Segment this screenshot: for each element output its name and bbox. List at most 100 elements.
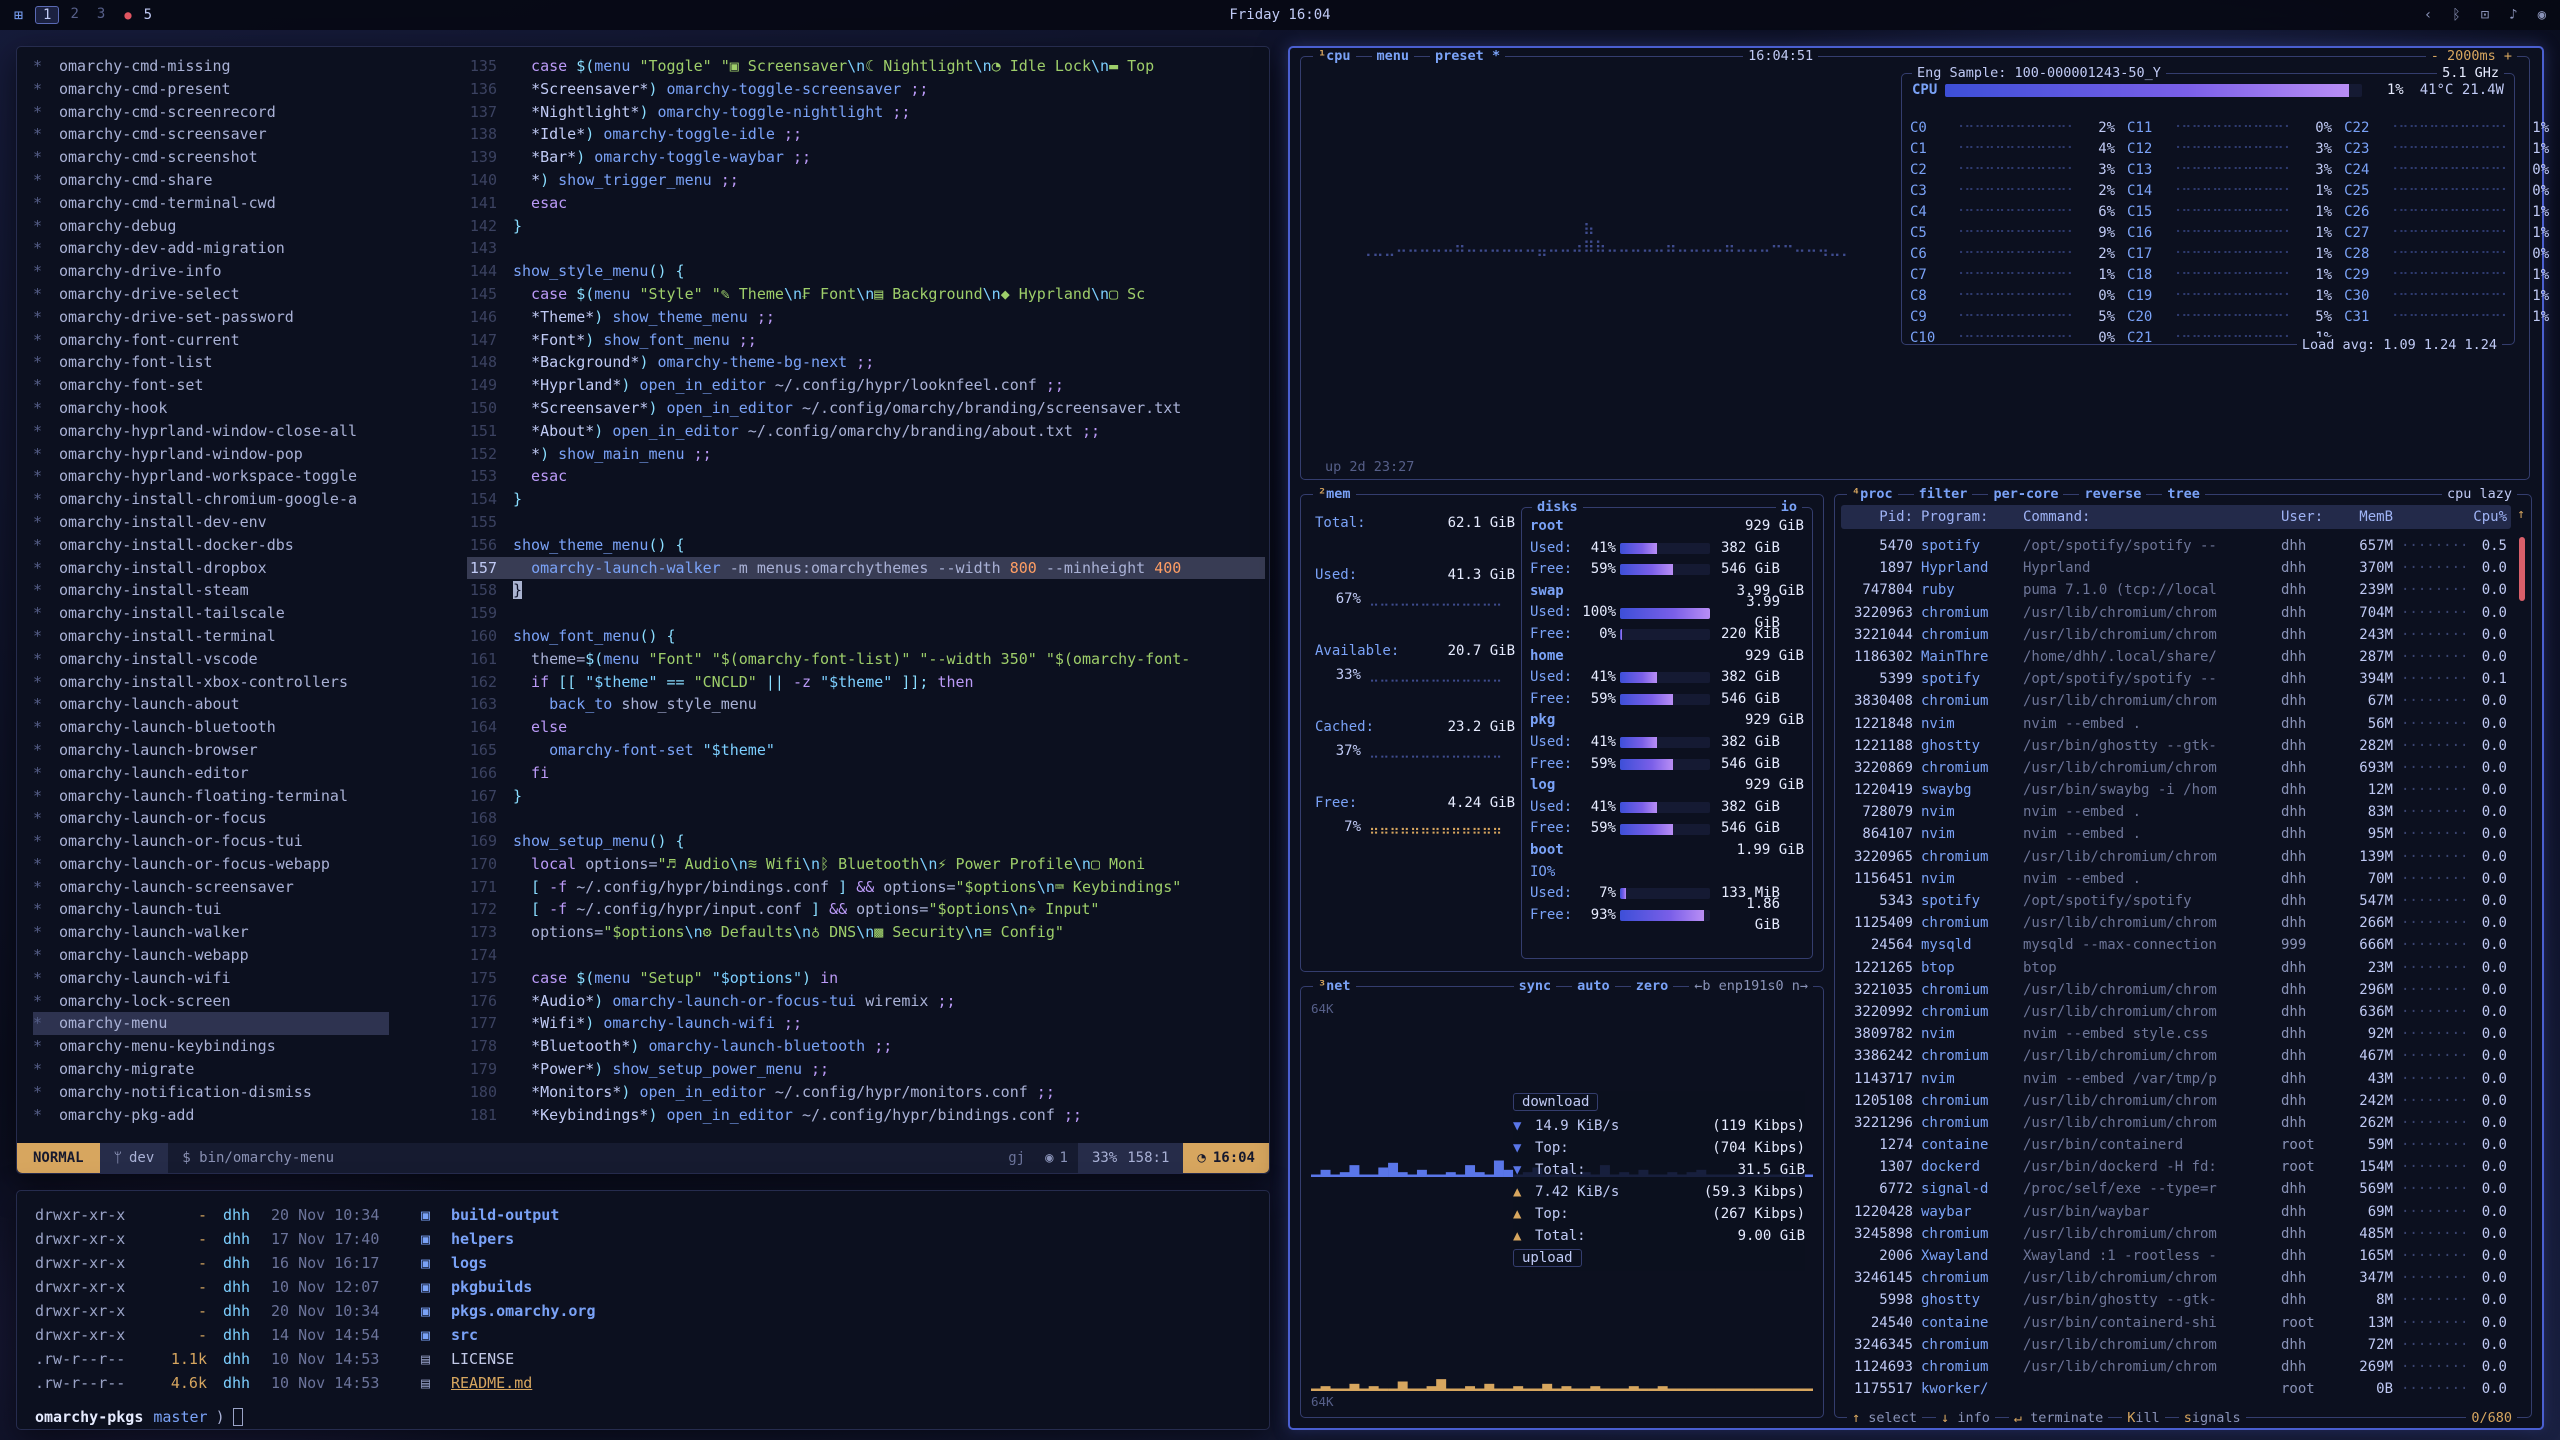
file-item[interactable]: *omarchy-install-terminal [33,625,389,648]
file-item[interactable]: *omarchy-drive-select [33,283,389,306]
file-item[interactable]: *omarchy-migrate [33,1058,389,1081]
code-line[interactable]: 174 [467,944,1265,967]
code-line[interactable]: 169show_setup_menu() { [467,830,1265,853]
preset-button[interactable]: preset * [1430,48,1505,64]
process-row[interactable]: 24564mysqldmysqld --max-connection999666… [1841,934,2511,956]
file-item[interactable]: *omarchy-lock-screen [33,990,389,1013]
process-row[interactable]: 1143717nvimnvim --embed /var/tmp/pdhh43M… [1841,1068,2511,1090]
file-item[interactable]: *omarchy-install-docker-dbs [33,534,389,557]
file-item[interactable]: *omarchy-install-steam [33,579,389,602]
workspace-2[interactable]: 2 [63,6,85,24]
process-row[interactable]: 1307dockerd/usr/bin/dockerd -H fd:root15… [1841,1156,2511,1178]
process-row[interactable]: 5998ghostty/usr/bin/ghostty --gtk-dhh8M·… [1841,1289,2511,1311]
process-scrollbar[interactable] [2519,537,2525,601]
file-item[interactable]: *omarchy-font-list [33,351,389,374]
file-item[interactable]: *omarchy-menu-keybindings [33,1035,389,1058]
code-line[interactable]: 175 case $(menu "Setup" "$options") in [467,967,1265,990]
process-row[interactable]: 6772signal-d/proc/self/exe --type=rdhh56… [1841,1178,2511,1200]
code-line[interactable]: 168 [467,807,1265,830]
process-table-header[interactable]: Pid: Program: Command: User: MemB Cpu% [1841,505,2511,529]
file-item[interactable]: *omarchy-launch-screensaver [33,876,389,899]
code-line[interactable]: 177 *Wifi*) omarchy-launch-wifi ;; [467,1012,1265,1035]
code-line[interactable]: 143 [467,237,1265,260]
process-row[interactable]: 3246145chromium/usr/lib/chromium/chromdh… [1841,1267,2511,1289]
code-line[interactable]: 136 *Screensaver*) omarchy-toggle-screen… [467,78,1265,101]
refresh-interval[interactable]: - 2000ms + [2426,48,2517,64]
file-item[interactable]: *omarchy-install-dev-env [33,511,389,534]
process-row[interactable]: 1156451nvimnvim --embed .dhh70M·········… [1841,868,2511,890]
file-item[interactable]: *omarchy-launch-or-focus [33,807,389,830]
net-sync-toggle[interactable]: sync [1514,978,1557,994]
bluetooth-icon[interactable]: ᛒ [2452,7,2460,23]
file-item[interactable]: *omarchy-cmd-screenshot [33,146,389,169]
process-row[interactable]: 1220419swaybg/usr/bin/swaybg -i /homdhh1… [1841,779,2511,801]
code-line[interactable]: 179 *Power*) show_setup_power_menu ;; [467,1058,1265,1081]
proc-box-title[interactable]: ⁴proc [1847,486,1898,502]
process-row[interactable]: 1274containe/usr/bin/containerdroot59M··… [1841,1134,2511,1156]
file-item[interactable]: *omarchy-launch-editor [33,762,389,785]
code-line[interactable]: 181 *Keybindings*) open_in_editor ~/.con… [467,1104,1265,1127]
process-row[interactable]: 3220963chromium/usr/lib/chromium/chromdh… [1841,602,2511,624]
process-row[interactable]: 3809782nvimnvim --embed style.cssdhh92M·… [1841,1023,2511,1045]
process-row[interactable]: 1186302MainThre/home/dhh/.local/share/dh… [1841,646,2511,668]
code-line[interactable]: 135 case $(menu "Toggle" "▣ Screensaver\… [467,55,1265,78]
file-item[interactable]: *omarchy-hyprland-window-pop [33,443,389,466]
file-name[interactable]: src [451,1323,478,1347]
file-name[interactable]: LICENSE [451,1347,514,1371]
file-item[interactable]: *omarchy-notification-dismiss [33,1081,389,1104]
file-item[interactable]: *omarchy-install-vscode [33,648,389,671]
file-item[interactable]: *omarchy-launch-floating-terminal [33,785,389,808]
code-line[interactable]: 148 *Background*) omarchy-theme-bg-next … [467,351,1265,374]
code-line[interactable]: 172 [ -f ~/.config/hypr/input.conf ] && … [467,898,1265,921]
code-line[interactable]: 160show_font_menu() { [467,625,1265,648]
select-hint[interactable]: ↑ select [1847,1410,1922,1426]
file-item[interactable]: *omarchy-cmd-screensaver [33,123,389,146]
file-name[interactable]: pkgs.omarchy.org [451,1299,596,1323]
code-line[interactable]: 161 theme=$(menu "Font" "$(omarchy-font-… [467,648,1265,671]
process-row[interactable]: 3220869chromium/usr/lib/chromium/chromdh… [1841,757,2511,779]
proc-sort-mode[interactable]: cpu lazy [2442,486,2517,502]
mem-box-title[interactable]: ²mem [1313,486,1356,502]
file-item[interactable]: *omarchy-install-dropbox [33,557,389,580]
process-row[interactable]: 1220428waybar/usr/bin/waybardhh69M······… [1841,1201,2511,1223]
code-line[interactable]: 144show_style_menu() { [467,260,1265,283]
file-item[interactable]: *omarchy-launch-about [33,693,389,716]
code-line[interactable]: 146 *Theme*) show_theme_menu ;; [467,306,1265,329]
process-row[interactable]: 2006XwaylandXwayland :1 -rootless -dhh16… [1841,1245,2511,1267]
process-row[interactable]: 3220992chromium/usr/lib/chromium/chromdh… [1841,1001,2511,1023]
code-line[interactable]: 173 options="$options\n⚙ Defaults\n♁ DNS… [467,921,1265,944]
code-line[interactable]: 137 *Nightlight*) omarchy-toggle-nightli… [467,101,1265,124]
file-item[interactable]: *omarchy-launch-wifi [33,967,389,990]
process-row[interactable]: 3246345chromium/usr/lib/chromium/chromdh… [1841,1334,2511,1356]
process-row[interactable]: 3220965chromium/usr/lib/chromium/chromdh… [1841,846,2511,868]
code-line[interactable]: 171 [ -f ~/.config/hypr/bindings.conf ] … [467,876,1265,899]
process-row[interactable]: 1175517kworker/root0B·············0.0 [1841,1378,2511,1400]
file-name[interactable]: pkgbuilds [451,1275,532,1299]
process-row[interactable]: 1124693chromium/usr/lib/chromium/chromdh… [1841,1356,2511,1378]
workspace-3[interactable]: 3 [90,6,112,24]
cpu-box-title[interactable]: ¹cpu [1313,48,1356,64]
file-item[interactable]: *omarchy-font-current [33,329,389,352]
file-item[interactable]: *omarchy-menu [33,1012,389,1035]
process-row[interactable]: 3830408chromium/usr/lib/chromium/chromdh… [1841,690,2511,712]
file-item[interactable]: *omarchy-font-set [33,374,389,397]
code-line[interactable]: 170 local options="♬ Audio\n≋ Wifi\nᛒ Bl… [467,853,1265,876]
file-name[interactable]: README.md [451,1371,532,1395]
file-item[interactable]: *omarchy-cmd-present [33,78,389,101]
code-line[interactable]: 149 *Hyprland*) open_in_editor ~/.config… [467,374,1265,397]
code-line[interactable]: 155 [467,511,1265,534]
file-item[interactable]: *omarchy-cmd-share [33,169,389,192]
file-item[interactable]: *omarchy-launch-webapp [33,944,389,967]
process-row[interactable]: 1221265btopbtopdhh23M·············0.0 [1841,957,2511,979]
code-line[interactable]: 167} [467,785,1265,808]
code-line[interactable]: 158} [467,579,1265,602]
terminal-window[interactable]: drwxr-xr-x-dhh20 Nov 10:34▣build-outputd… [16,1190,1270,1430]
process-row[interactable]: 24540containe/usr/bin/containerd-shiroot… [1841,1312,2511,1334]
code-line[interactable]: 151 *About*) open_in_editor ~/.config/om… [467,420,1265,443]
code-line[interactable]: 139 *Bar*) omarchy-toggle-waybar ;; [467,146,1265,169]
file-item[interactable]: *omarchy-launch-bluetooth [33,716,389,739]
code-line[interactable]: 140 *) show_trigger_menu ;; [467,169,1265,192]
process-row[interactable]: 864107nvimnvim --embed .dhh95M··········… [1841,823,2511,845]
process-row[interactable]: 1221848nvimnvim --embed .dhh56M·········… [1841,713,2511,735]
code-line[interactable]: 156show_theme_menu() { [467,534,1265,557]
